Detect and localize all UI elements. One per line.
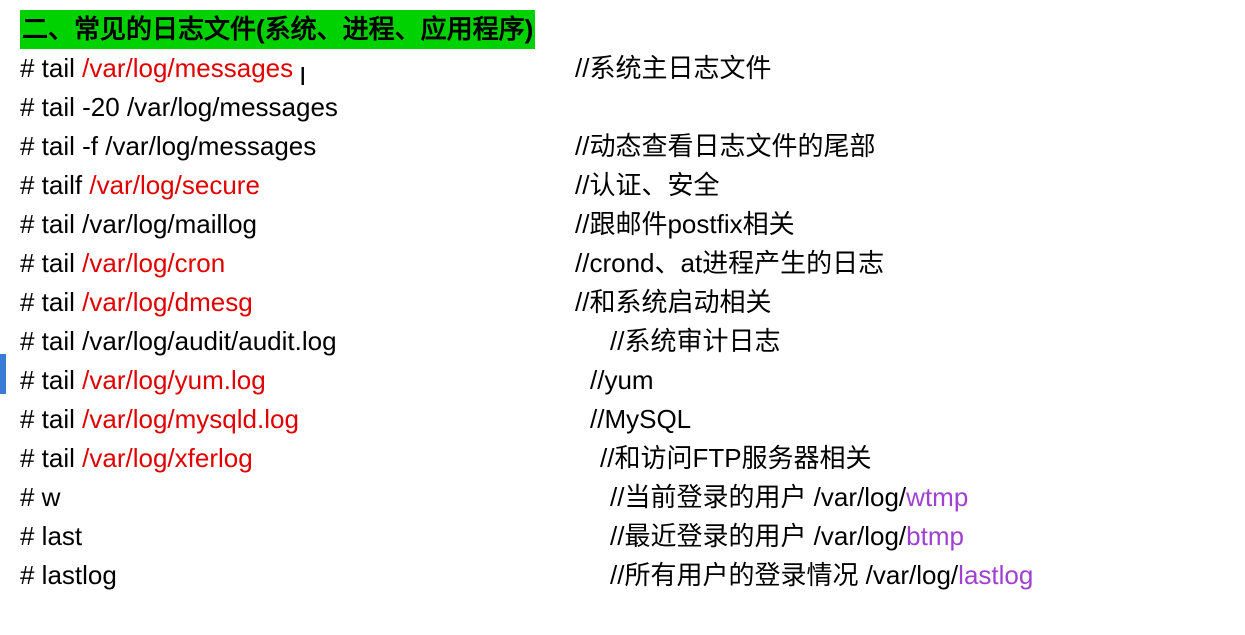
log-line: # tail /var/log/maillog //跟邮件postfix相关 <box>20 205 1225 244</box>
command-text: # tailf /var/log/secure <box>20 166 260 205</box>
comment-text: //最近登录的用户 /var/log/btmp <box>610 517 964 556</box>
comment-text: //系统审计日志 <box>610 322 780 361</box>
path-purple: wtmp <box>906 482 968 512</box>
log-line: # tail /var/log/cron //crond、at进程产生的日志 <box>20 244 1225 283</box>
text-segment: # tail /var/log/maillog <box>20 209 257 239</box>
log-line: # tail /var/log/audit/audit.log //系统审计日志 <box>20 322 1225 361</box>
text-segment: //跟邮件postfix相关 <box>575 209 795 239</box>
log-line: # lastlog //所有用户的登录情况 /var/log/lastlog <box>20 556 1225 595</box>
log-line: # w //当前登录的用户 /var/log/wtmp <box>20 478 1225 517</box>
log-line: # tail /var/log/dmesg //和系统启动相关 <box>20 283 1225 322</box>
comment-text: //系统主日志文件 <box>575 49 771 88</box>
path-red: /var/log/cron <box>82 248 225 278</box>
text-segment: //系统主日志文件 <box>575 53 771 83</box>
command-text: # tail /var/log/xferlog <box>20 439 253 478</box>
text-segment: # tail <box>20 365 82 395</box>
text-segment: # tail <box>20 248 82 278</box>
path-red: /var/log/mysqld.log <box>82 404 299 434</box>
command-text: # tail /var/log/cron <box>20 244 225 283</box>
path-red: /var/log/dmesg <box>82 287 253 317</box>
text-cursor: I <box>299 57 300 83</box>
log-line: # tail -20 /var/log/messages <box>20 88 1225 127</box>
path-red: /var/log/yum.log <box>82 365 266 395</box>
command-text: # tail -20 /var/log/messages <box>20 88 338 127</box>
command-text: # tail /var/log/dmesg <box>20 283 253 322</box>
text-segment: //系统审计日志 <box>610 326 780 356</box>
text-segment: # tail <box>20 404 82 434</box>
path-purple: btmp <box>906 521 964 551</box>
selection-marker <box>0 354 6 394</box>
comment-text: //动态查看日志文件的尾部 <box>575 127 875 166</box>
comment-text: //认证、安全 <box>575 166 719 205</box>
comment-text: //当前登录的用户 /var/log/wtmp <box>610 478 968 517</box>
command-text: # lastlog <box>20 556 117 595</box>
text-segment: //和系统启动相关 <box>575 287 771 317</box>
log-line: # tailf /var/log/secure //认证、安全 <box>20 166 1225 205</box>
log-line: # tail /var/log/xferlog //和访问FTP服务器相关 <box>20 439 1225 478</box>
log-line: # tail /var/log/mysqld.log //MySQL <box>20 400 1225 439</box>
text-segment: //当前登录的用户 /var/log/ <box>610 482 906 512</box>
comment-text: //crond、at进程产生的日志 <box>575 244 884 283</box>
text-segment: # tail <box>20 443 82 473</box>
text-segment: # tailf <box>20 170 89 200</box>
text-segment: //crond、at进程产生的日志 <box>575 248 884 278</box>
log-file-list: # tail /var/log/messages I//系统主日志文件# tai… <box>20 49 1225 595</box>
comment-text: //MySQL <box>590 400 691 439</box>
text-segment: # tail <box>20 287 82 317</box>
log-line: # last //最近登录的用户 /var/log/btmp <box>20 517 1225 556</box>
path-red: /var/log/messages <box>82 53 293 83</box>
text-segment: # last <box>20 521 82 551</box>
text-segment: //最近登录的用户 /var/log/ <box>610 521 906 551</box>
text-segment: //yum <box>590 365 654 395</box>
text-segment: //动态查看日志文件的尾部 <box>575 131 875 161</box>
text-segment: //和访问FTP服务器相关 <box>600 443 872 473</box>
text-segment: # tail -20 /var/log/messages <box>20 92 338 122</box>
command-text: # last <box>20 517 82 556</box>
log-line: # tail /var/log/messages I //系统主日志文件 <box>20 49 1225 88</box>
comment-text: //yum <box>590 361 654 400</box>
command-text: # tail /var/log/audit/audit.log <box>20 322 337 361</box>
command-text: # w <box>20 478 60 517</box>
text-segment: # tail /var/log/audit/audit.log <box>20 326 337 356</box>
path-red: /var/log/xferlog <box>82 443 253 473</box>
command-text: # tail /var/log/yum.log <box>20 361 266 400</box>
section-heading: 二、常见的日志文件(系统、进程、应用程序) <box>20 10 535 49</box>
text-segment: # w <box>20 482 60 512</box>
command-text: # tail /var/log/messages I <box>20 49 300 88</box>
log-line: # tail /var/log/yum.log //yum <box>20 361 1225 400</box>
text-segment: # tail -f /var/log/messages <box>20 131 316 161</box>
comment-text: //跟邮件postfix相关 <box>575 205 795 244</box>
text-segment: //认证、安全 <box>575 170 719 200</box>
path-purple: lastlog <box>958 560 1033 590</box>
text-segment: # tail <box>20 53 82 83</box>
comment-text: //所有用户的登录情况 /var/log/lastlog <box>610 556 1033 595</box>
path-red: /var/log/secure <box>89 170 260 200</box>
comment-text: //和访问FTP服务器相关 <box>600 439 872 478</box>
text-segment: //MySQL <box>590 404 691 434</box>
command-text: # tail /var/log/mysqld.log <box>20 400 299 439</box>
command-text: # tail /var/log/maillog <box>20 205 257 244</box>
comment-text: //和系统启动相关 <box>575 283 771 322</box>
text-segment: //所有用户的登录情况 /var/log/ <box>610 560 958 590</box>
log-line: # tail -f /var/log/messages //动态查看日志文件的尾部 <box>20 127 1225 166</box>
text-segment: # lastlog <box>20 560 117 590</box>
command-text: # tail -f /var/log/messages <box>20 127 316 166</box>
